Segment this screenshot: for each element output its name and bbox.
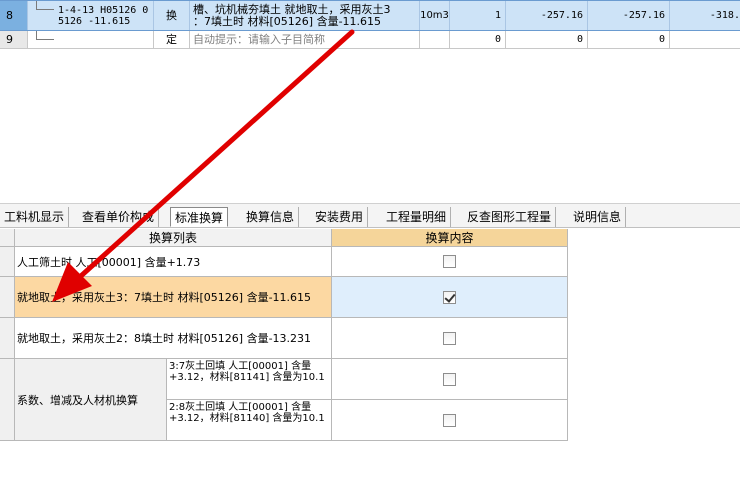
quota-code-line2: 5126 -11.615 [58,16,131,27]
tab-conversion-info[interactable]: 换算信息 [242,207,300,227]
conversion-content-cell [332,318,568,358]
unit-cell[interactable]: 10m3 [420,1,450,30]
conversion-checkbox[interactable] [443,290,456,304]
tab-material-machine[interactable]: 工料机显示 [0,207,70,227]
conversion-content-cell [332,247,568,276]
unit-price-cell[interactable]: 0 [506,31,588,48]
conversion-checkbox[interactable] [443,372,456,386]
quantity-cell[interactable]: 1 [450,1,506,30]
type-cell[interactable]: 定 [154,31,190,48]
tab-installation-fees[interactable]: 安装费用 [311,207,369,227]
conversion-row[interactable]: 就地取土，采用灰土2：8填土时 材料[05126] 含量-13.231 [0,318,568,359]
quantity-cell[interactable]: 0 [450,31,506,48]
conversion-table: 换算列表 换算内容 人工筛土时 人工[00001] 含量+1.73 就地取土，采… [0,229,568,442]
row-number[interactable]: 8 [0,1,28,30]
row-number[interactable]: 9 [0,31,28,48]
row-gutter [0,277,15,317]
conversion-label: 就地取土，采用灰土2：8填土时 材料[05126] 含量-13.231 [15,318,332,358]
header-conversion-list: 换算列表 [15,229,332,247]
tree-branch-icon [36,9,54,10]
unit-cell[interactable] [420,31,450,48]
detail-tab-bar: 工料机显示 查看单价构成 标准换算 换算信息 安装费用 工程量明细 反查图形工程… [0,203,740,228]
conversion-row[interactable]: 人工筛土时 人工[00001] 含量+1.73 [0,247,568,277]
row-gutter [0,247,15,276]
conversion-checkbox[interactable] [443,413,456,427]
conversion-label: 就地取土，采用灰土3：7填土时 材料[05126] 含量-11.615 [15,277,332,317]
tab-unit-price-composition[interactable]: 查看单价构成 [78,207,160,227]
tab-quantity-details[interactable]: 工程量明细 [382,207,452,227]
total-price-cell[interactable]: -318.9 [670,1,740,30]
header-gutter [0,229,15,247]
tree-branch-icon [36,39,54,40]
conversion-checkbox[interactable] [443,255,456,268]
conversion-content-cell [332,400,568,440]
conversion-content-cell [332,359,568,399]
conversion-content-cell [332,277,568,317]
description-cell[interactable]: 自动提示：请输入子目简称 [190,31,420,48]
quota-code-line1: 1-4-13 H05126 0 [58,5,149,16]
type-cell[interactable]: 换 [154,1,190,30]
coefficient-group: 系数、增减及人材机换算 3:7灰土回填 人工[00001] 含量+3.12，材料… [0,359,568,441]
quota-grid: 8 1-4-13 H05126 0 5126 -11.615 换 槽、坑机械夯填… [0,0,740,49]
conversion-checkbox[interactable] [443,331,456,345]
grid-row-8[interactable]: 8 1-4-13 H05126 0 5126 -11.615 换 槽、坑机械夯填… [0,0,740,31]
composite-price-cell[interactable]: 0 [588,31,670,48]
unit-price-cell[interactable]: -257.16 [506,1,588,30]
quota-code-cell[interactable] [28,31,154,48]
sub-row-text: 3:7灰土回填 人工[00001] 含量+3.12，材料[81141] 含量为1… [167,359,332,399]
header-conversion-content: 换算内容 [332,229,568,247]
tab-graphic-quantity-lookup[interactable]: 反查图形工程量 [463,207,557,227]
row-gutter [0,359,15,441]
total-price-cell[interactable] [670,31,740,48]
group-sub-row[interactable]: 3:7灰土回填 人工[00001] 含量+3.12，材料[81141] 含量为1… [167,359,568,400]
quota-code-cell[interactable]: 1-4-13 H05126 0 5126 -11.615 [28,1,154,30]
grid-row-9[interactable]: 9 定 自动提示：请输入子目简称 0 0 0 [0,31,740,49]
row-gutter [0,318,15,358]
description-cell[interactable]: 槽、坑机械夯填土 就地取土，采用灰土3 ：7填土时 材料[05126] 含量-1… [190,1,420,30]
tab-standard-conversion[interactable]: 标准换算 [170,207,229,227]
group-sub-row[interactable]: 2:8灰土回填 人工[00001] 含量+3.12，材料[81140] 含量为1… [167,400,568,441]
conversion-label: 人工筛土时 人工[00001] 含量+1.73 [15,247,332,276]
group-label: 系数、增减及人材机换算 [15,359,167,441]
description-line2: ：7填土时 材料[05126] 含量-11.615 [193,15,382,28]
tab-description-info[interactable]: 说明信息 [569,207,627,227]
sub-row-text: 2:8灰土回填 人工[00001] 含量+3.12，材料[81140] 含量为1… [167,400,332,440]
conversion-row[interactable]: 就地取土，采用灰土3：7填土时 材料[05126] 含量-11.615 [0,277,568,318]
composite-price-cell[interactable]: -257.16 [588,1,670,30]
